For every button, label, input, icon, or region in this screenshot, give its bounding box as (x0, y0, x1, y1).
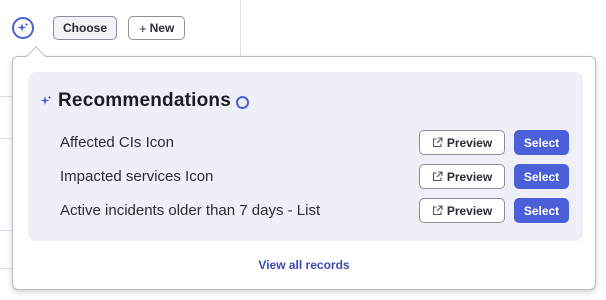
recommendation-label: Affected CIs Icon (60, 134, 174, 151)
page: Choose + New Recommendations Affected CI… (0, 0, 606, 300)
recommendation-row: Impacted services Icon Preview Select (60, 164, 572, 190)
preview-button[interactable]: Preview (419, 130, 505, 155)
popover-arrow (26, 46, 46, 66)
select-button[interactable]: Select (514, 130, 569, 155)
select-button[interactable]: Select (514, 164, 569, 189)
select-button[interactable]: Select (514, 198, 569, 223)
preview-button-label: Preview (446, 169, 493, 184)
sparkle-icon (40, 95, 52, 105)
recommendations-panel: Recommendations Affected CIs Icon Previe… (28, 72, 583, 241)
background-divider (240, 0, 241, 60)
external-link-icon (432, 171, 443, 182)
recommendations-toggle-button[interactable] (12, 17, 34, 39)
recommendation-row: Active incidents older than 7 days - Lis… (60, 198, 572, 224)
preview-button-label: Preview (446, 135, 493, 150)
new-button-label: New (149, 21, 175, 35)
recommendation-label: Impacted services Icon (60, 168, 214, 185)
recommendation-label: Active incidents older than 7 days - Lis… (60, 202, 321, 219)
new-button[interactable]: + New (128, 16, 186, 40)
external-link-icon (432, 205, 443, 216)
toolbar: Choose + New (12, 16, 186, 40)
sparkle-icon (17, 22, 29, 32)
external-link-icon (432, 137, 443, 148)
select-button-label: Select (523, 135, 560, 150)
recommendation-row: Affected CIs Icon Preview Select (60, 130, 572, 156)
recommendations-popover: Recommendations Affected CIs Icon Previe… (12, 46, 596, 290)
choose-button[interactable]: Choose (53, 16, 118, 40)
plus-icon: + (139, 20, 147, 36)
preview-button-label: Preview (446, 203, 493, 218)
view-all-records-link[interactable]: View all records (13, 258, 595, 272)
preview-button[interactable]: Preview (419, 164, 505, 189)
select-button-label: Select (523, 169, 560, 184)
info-circle-icon[interactable] (235, 95, 249, 109)
recommendations-header: Recommendations (40, 90, 249, 112)
recommendations-title: Recommendations (58, 90, 231, 111)
choose-button-label: Choose (63, 21, 108, 35)
select-button-label: Select (523, 203, 560, 218)
preview-button[interactable]: Preview (419, 198, 505, 223)
